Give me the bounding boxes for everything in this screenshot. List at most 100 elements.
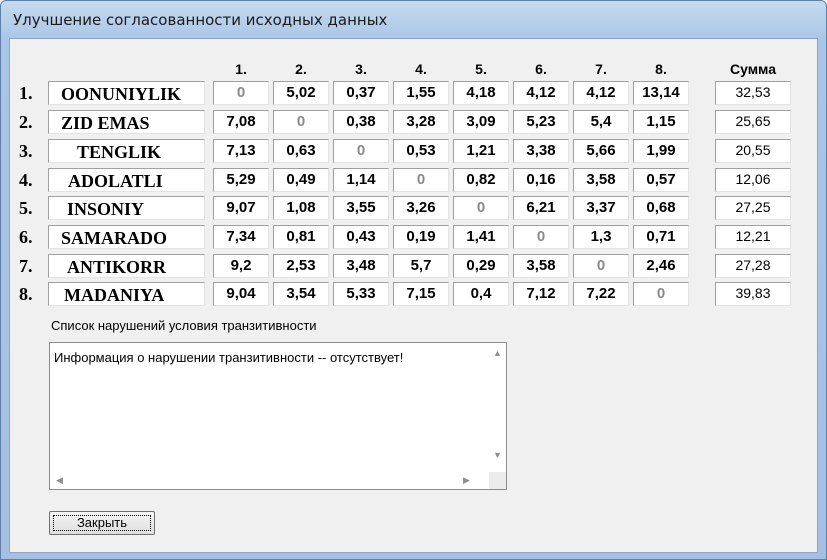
matrix-cell[interactable]: 7,15 bbox=[393, 282, 449, 306]
row-sum-field[interactable]: 27,28 bbox=[715, 254, 791, 278]
matrix-cell[interactable]: 1,41 bbox=[453, 225, 509, 249]
criterion-name-field[interactable]: INSONIY bbox=[48, 196, 205, 220]
scroll-right-arrow-icon[interactable]: ▶ bbox=[463, 475, 470, 486]
matrix-cell[interactable]: 3,48 bbox=[333, 254, 389, 278]
scroll-left-arrow-icon[interactable]: ◀ bbox=[56, 475, 63, 486]
matrix-cell[interactable]: 3,38 bbox=[513, 139, 569, 163]
criterion-name-field[interactable]: SAMARADO bbox=[48, 225, 205, 249]
matrix-cell[interactable]: 0 bbox=[573, 254, 629, 278]
matrix-cell[interactable]: 1,21 bbox=[453, 139, 509, 163]
matrix-cell[interactable]: 9,07 bbox=[213, 196, 269, 220]
matrix-cell[interactable]: 0,19 bbox=[393, 225, 449, 249]
title-bar[interactable]: Улучшение согласованности исходных данны… bbox=[1, 1, 826, 37]
matrix-cell[interactable]: 4,18 bbox=[453, 81, 509, 105]
matrix-cell[interactable]: 0,63 bbox=[273, 139, 329, 163]
column-header: 5. bbox=[475, 61, 487, 77]
matrix-cell[interactable]: 7,12 bbox=[513, 282, 569, 306]
matrix-cell[interactable]: 13,14 bbox=[633, 81, 689, 105]
matrix-cell[interactable]: 5,4 bbox=[573, 110, 629, 134]
matrix-cell[interactable]: 1,55 bbox=[393, 81, 449, 105]
matrix-cell[interactable]: 7,13 bbox=[213, 139, 269, 163]
matrix-cell[interactable]: 7,34 bbox=[213, 225, 269, 249]
scroll-up-arrow-icon[interactable]: ▲ bbox=[493, 348, 502, 358]
matrix-cell[interactable]: 0,53 bbox=[393, 139, 449, 163]
matrix-cell[interactable]: 0,38 bbox=[333, 110, 389, 134]
matrix-cell[interactable]: 0,71 bbox=[633, 225, 689, 249]
matrix-cell[interactable]: 0 bbox=[273, 110, 329, 134]
matrix-cell[interactable]: 0,49 bbox=[273, 168, 329, 192]
row-number: 4. bbox=[19, 170, 33, 190]
matrix-cell[interactable]: 0 bbox=[333, 139, 389, 163]
column-header: 1. bbox=[235, 61, 247, 77]
matrix-cell[interactable]: 3,58 bbox=[573, 168, 629, 192]
criterion-name: SAMARADO bbox=[61, 228, 167, 248]
row-number: 3. bbox=[19, 141, 33, 161]
matrix-cell[interactable]: 3,54 bbox=[273, 282, 329, 306]
matrix-cell[interactable]: 5,23 bbox=[513, 110, 569, 134]
row-number: 5. bbox=[19, 198, 33, 218]
matrix-cell[interactable]: 5,33 bbox=[333, 282, 389, 306]
matrix-cell[interactable]: 5,66 bbox=[573, 139, 629, 163]
column-header: 4. bbox=[415, 61, 427, 77]
matrix-cell[interactable]: 1,3 bbox=[573, 225, 629, 249]
matrix-cell[interactable]: 3,26 bbox=[393, 196, 449, 220]
matrix-cell[interactable]: 7,22 bbox=[573, 282, 629, 306]
criterion-name-field[interactable]: ZID EMAS bbox=[48, 110, 205, 134]
matrix-cell[interactable]: 3,58 bbox=[513, 254, 569, 278]
matrix-cell[interactable]: 3,37 bbox=[573, 196, 629, 220]
row-sum-field[interactable]: 20,55 bbox=[715, 139, 791, 163]
close-button[interactable]: Закрыть bbox=[49, 511, 155, 535]
matrix-cell[interactable]: 1,99 bbox=[633, 139, 689, 163]
matrix-cell[interactable]: 0 bbox=[453, 196, 509, 220]
row-sum-field[interactable]: 25,65 bbox=[715, 110, 791, 134]
matrix-cell[interactable]: 9,04 bbox=[213, 282, 269, 306]
criterion-name-field[interactable]: OONUNIYLIK bbox=[48, 81, 205, 105]
criterion-name-field[interactable]: ANTIKORR bbox=[48, 254, 205, 278]
criterion-name-field[interactable]: TENGLIK bbox=[48, 139, 205, 163]
matrix-cell[interactable]: 3,28 bbox=[393, 110, 449, 134]
matrix-cell[interactable]: 4,12 bbox=[573, 81, 629, 105]
matrix-cell[interactable]: 5,7 bbox=[393, 254, 449, 278]
matrix-cell[interactable]: 0,4 bbox=[453, 282, 509, 306]
matrix-cell[interactable]: 9,2 bbox=[213, 254, 269, 278]
matrix-cell[interactable]: 3,09 bbox=[453, 110, 509, 134]
row-sum-field[interactable]: 27,25 bbox=[715, 196, 791, 220]
matrix-cell[interactable]: 0 bbox=[633, 282, 689, 306]
matrix-cell[interactable]: 2,53 bbox=[273, 254, 329, 278]
matrix-cell[interactable]: 0 bbox=[513, 225, 569, 249]
row-sum-field[interactable]: 12,06 bbox=[715, 168, 791, 192]
scroll-down-arrow-icon[interactable]: ▼ bbox=[493, 450, 502, 460]
criterion-name-field[interactable]: MADANIYA bbox=[48, 282, 205, 306]
criterion-name: MADANIYA bbox=[64, 285, 165, 305]
violations-memo[interactable]: Информация о нарушении транзитивности --… bbox=[49, 342, 507, 490]
criterion-name: TENGLIK bbox=[77, 142, 162, 162]
matrix-cell[interactable]: 0,29 bbox=[453, 254, 509, 278]
matrix-cell[interactable]: 0 bbox=[213, 81, 269, 105]
matrix-cell[interactable]: 2,46 bbox=[633, 254, 689, 278]
vertical-scrollbar[interactable]: ▲ ▼ bbox=[489, 343, 506, 472]
matrix-cell[interactable]: 0,37 bbox=[333, 81, 389, 105]
matrix-cell[interactable]: 0,16 bbox=[513, 168, 569, 192]
matrix-cell[interactable]: 1,14 bbox=[333, 168, 389, 192]
matrix-cell[interactable]: 0 bbox=[393, 168, 449, 192]
matrix-cell[interactable]: 0,68 bbox=[633, 196, 689, 220]
row-sum-field[interactable]: 12,21 bbox=[715, 225, 791, 249]
matrix-cell[interactable]: 6,21 bbox=[513, 196, 569, 220]
criterion-name-field[interactable]: ADOLATLI bbox=[48, 168, 205, 192]
scroll-corner bbox=[489, 472, 506, 489]
matrix-cell[interactable]: 1,08 bbox=[273, 196, 329, 220]
matrix-cell[interactable]: 0,81 bbox=[273, 225, 329, 249]
matrix-cell[interactable]: 7,08 bbox=[213, 110, 269, 134]
matrix-cell[interactable]: 5,29 bbox=[213, 168, 269, 192]
column-header: 6. bbox=[535, 61, 547, 77]
matrix-cell[interactable]: 0,82 bbox=[453, 168, 509, 192]
row-sum-field[interactable]: 32,53 bbox=[715, 81, 791, 105]
matrix-cell[interactable]: 0,43 bbox=[333, 225, 389, 249]
matrix-cell[interactable]: 1,15 bbox=[633, 110, 689, 134]
matrix-cell[interactable]: 3,55 bbox=[333, 196, 389, 220]
horizontal-scrollbar[interactable]: ◀ ▶ bbox=[50, 472, 489, 489]
row-sum-field[interactable]: 39,83 bbox=[715, 282, 791, 306]
matrix-cell[interactable]: 5,02 bbox=[273, 81, 329, 105]
matrix-cell[interactable]: 4,12 bbox=[513, 81, 569, 105]
matrix-cell[interactable]: 0,57 bbox=[633, 168, 689, 192]
